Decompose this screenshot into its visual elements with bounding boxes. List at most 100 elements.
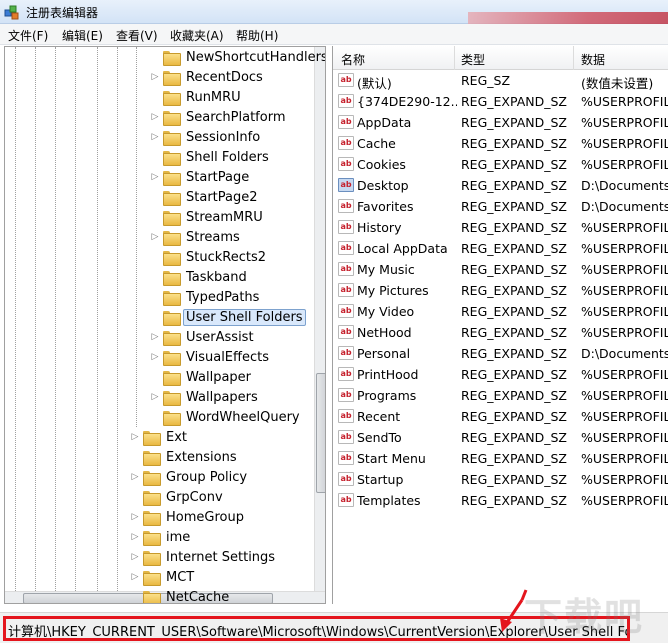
menu-help[interactable]: 帮助(H) <box>236 27 278 44</box>
value-row[interactable]: ab Favorites REG_EXPAND_SZ D:\Documents\ <box>333 196 668 217</box>
expand-arrow-icon[interactable] <box>129 591 141 603</box>
tree-item-label: Streams <box>186 229 240 245</box>
expand-arrow-icon[interactable]: ▷ <box>129 431 141 443</box>
tree-item[interactable]: ▷ SearchPlatform <box>149 107 289 127</box>
tree-item[interactable]: NewShortcutHandlers <box>149 47 325 67</box>
expand-arrow-icon[interactable] <box>149 371 161 383</box>
tree-item[interactable]: ▷ SessionInfo <box>149 127 263 147</box>
expand-arrow-icon[interactable]: ▷ <box>149 231 161 243</box>
tree-item[interactable]: ▷ UserAssist <box>149 327 257 347</box>
tree-item[interactable]: Extensions <box>129 447 240 467</box>
tree-item[interactable]: User Shell Folders <box>149 307 306 327</box>
value-name: NetHood <box>357 325 412 340</box>
tree-item[interactable]: NetCache <box>129 587 232 603</box>
expand-arrow-icon[interactable]: ▷ <box>149 351 161 363</box>
value-row[interactable]: abSendTo REG_EXPAND_SZ %USERPROFILE <box>333 427 668 448</box>
value-row[interactable]: abStart Menu REG_EXPAND_SZ %USERPROFILE <box>333 448 668 469</box>
value-row[interactable]: abTemplates REG_EXPAND_SZ %USERPROFILE <box>333 490 668 511</box>
tree-item[interactable]: ▷ Streams <box>149 227 243 247</box>
column-divider[interactable] <box>454 46 455 70</box>
expand-arrow-icon[interactable] <box>149 211 161 223</box>
tree-item[interactable]: ▷ StartPage <box>149 167 252 187</box>
value-row[interactable]: abStartup REG_EXPAND_SZ %USERPROFILE <box>333 469 668 490</box>
tree-item[interactable]: GrpConv <box>129 487 226 507</box>
value-row[interactable]: abCookies REG_EXPAND_SZ %USERPROFILE <box>333 154 668 175</box>
tree-item[interactable]: StuckRects2 <box>149 247 269 267</box>
value-row[interactable]: abHistory REG_EXPAND_SZ %USERPROFILE <box>333 217 668 238</box>
tree-item[interactable]: ▷ MCT <box>129 567 197 587</box>
tree-item[interactable]: ▷ Ext <box>129 427 190 447</box>
menu-file[interactable]: 文件(F) <box>8 27 48 44</box>
menu-view[interactable]: 查看(V) <box>116 27 158 44</box>
expand-arrow-icon[interactable] <box>149 411 161 423</box>
value-row[interactable]: abPrograms REG_EXPAND_SZ %USERPROFILE <box>333 385 668 406</box>
value-row[interactable]: abAppData REG_EXPAND_SZ %USERPROFILE <box>333 112 668 133</box>
tree-item[interactable]: Shell Folders <box>149 147 272 167</box>
expand-arrow-icon[interactable]: ▷ <box>129 531 141 543</box>
tree-item[interactable]: ▷ HomeGroup <box>129 507 247 527</box>
tree-item[interactable]: Taskband <box>149 267 250 287</box>
tree-item[interactable]: ▷ ime <box>129 527 193 547</box>
expand-arrow-icon[interactable] <box>149 51 161 63</box>
expand-arrow-icon[interactable]: ▷ <box>129 571 141 583</box>
tree-item[interactable]: ▷ Internet Settings <box>129 547 278 567</box>
tree-item[interactable]: ▷ Wallpapers <box>149 387 261 407</box>
expand-arrow-icon[interactable] <box>129 451 141 463</box>
expand-arrow-icon[interactable]: ▷ <box>129 551 141 563</box>
expand-arrow-icon[interactable] <box>149 191 161 203</box>
expand-arrow-icon[interactable] <box>149 151 161 163</box>
value-row[interactable]: abMy Pictures REG_EXPAND_SZ %USERPROFILE <box>333 280 668 301</box>
value-row[interactable]: ab (默认) REG_SZ (数值未设置) <box>333 70 668 91</box>
expand-arrow-icon[interactable] <box>149 271 161 283</box>
tree-vertical-scrollbar[interactable] <box>314 47 325 591</box>
expand-arrow-icon[interactable]: ▷ <box>149 131 161 143</box>
value-data: %USERPROFILE <box>581 283 668 298</box>
value-data: D:\Documents\ <box>581 178 668 193</box>
tree-vertical-scroll-thumb[interactable] <box>316 373 325 493</box>
string-value-icon: ab <box>338 325 354 339</box>
tree-item[interactable]: TypedPaths <box>149 287 262 307</box>
value-list[interactable]: 名称 类型 数据 ab (默认) REG_SZ (数值未设置) ab {374DE290-… <box>332 46 668 604</box>
menu-edit[interactable]: 编辑(E) <box>62 27 103 44</box>
expand-arrow-icon[interactable]: ▷ <box>149 71 161 83</box>
tree-item[interactable]: ▷ Group Policy <box>129 467 250 487</box>
tree-item[interactable]: RunMRU <box>149 87 244 107</box>
value-row[interactable]: abLocal AppData REG_EXPAND_SZ %USERPROFILE <box>333 238 668 259</box>
value-row[interactable]: abPrintHood REG_EXPAND_SZ %USERPROFILE <box>333 364 668 385</box>
expand-arrow-icon[interactable]: ▷ <box>149 331 161 343</box>
value-row[interactable]: abMy Video REG_EXPAND_SZ %USERPROFILE <box>333 301 668 322</box>
expand-arrow-icon[interactable]: ▷ <box>129 511 141 523</box>
expand-arrow-icon[interactable] <box>149 311 161 323</box>
tree-item[interactable]: WordWheelQuery <box>149 407 303 427</box>
menu-favorites[interactable]: 收藏夹(A) <box>170 27 224 44</box>
expand-arrow-icon[interactable] <box>149 251 161 263</box>
value-row[interactable]: abRecent REG_EXPAND_SZ %USERPROFILE <box>333 406 668 427</box>
column-header-name[interactable]: 名称 <box>341 51 365 68</box>
tree-item[interactable]: Wallpaper <box>149 367 254 387</box>
expand-arrow-icon[interactable] <box>129 491 141 503</box>
value-row[interactable]: ab Personal REG_EXPAND_SZ D:\Documents <box>333 343 668 364</box>
value-name: Cookies <box>357 157 406 172</box>
string-value-icon: ab <box>338 388 354 402</box>
expand-arrow-icon[interactable] <box>149 291 161 303</box>
folder-icon <box>163 70 181 86</box>
value-row[interactable]: abNetHood REG_EXPAND_SZ %USERPROFILE <box>333 322 668 343</box>
expand-arrow-icon[interactable]: ▷ <box>149 171 161 183</box>
column-divider[interactable] <box>573 46 574 70</box>
tree-item[interactable]: StartPage2 <box>149 187 261 207</box>
tree-item[interactable]: StreamMRU <box>149 207 266 227</box>
value-row[interactable]: abCache REG_EXPAND_SZ %USERPROFILE <box>333 133 668 154</box>
tree-item[interactable]: ▷ VisualEffects <box>149 347 272 367</box>
expand-arrow-icon[interactable]: ▷ <box>149 111 161 123</box>
column-header-type[interactable]: 类型 <box>461 51 485 68</box>
tree-item[interactable]: ▷ RecentDocs <box>149 67 266 87</box>
column-header-data[interactable]: 数据 <box>581 51 605 68</box>
expand-arrow-icon[interactable]: ▷ <box>129 471 141 483</box>
value-data: %USERPROFILE <box>581 325 668 340</box>
expand-arrow-icon[interactable]: ▷ <box>149 391 161 403</box>
value-row[interactable]: abMy Music REG_EXPAND_SZ %USERPROFILE <box>333 259 668 280</box>
value-row[interactable]: ab Desktop REG_EXPAND_SZ D:\Documents\ <box>333 175 668 196</box>
value-row[interactable]: ab {374DE290-12... REG_EXPAND_SZ %USERPROFI… <box>333 91 668 112</box>
key-tree[interactable]: NewShortcutHandlers ▷ RecentDocs RunMRU ▷ Sea… <box>4 46 326 604</box>
expand-arrow-icon[interactable] <box>149 91 161 103</box>
